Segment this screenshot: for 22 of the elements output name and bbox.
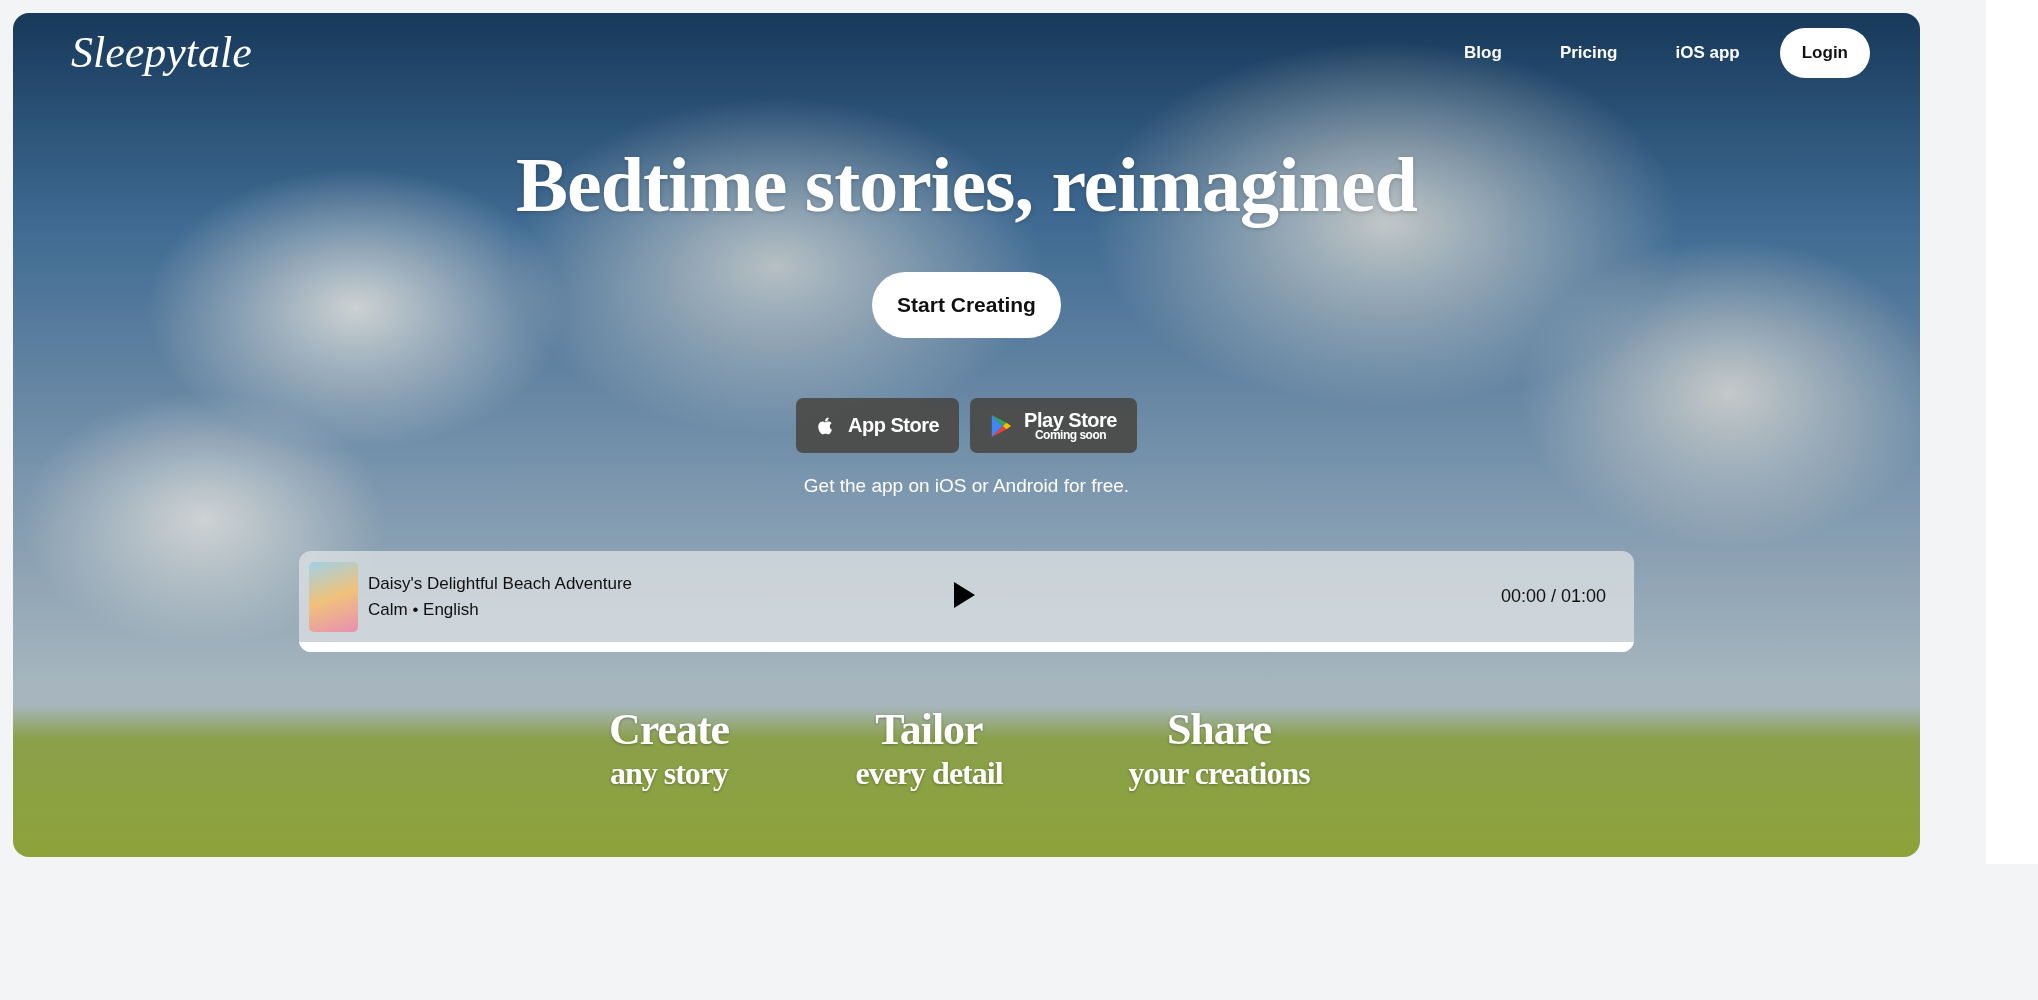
story-meta: Calm • English	[368, 599, 480, 620]
stores-caption: Get the app on iOS or Android for free.	[803, 475, 1130, 497]
feature-title: Create	[608, 704, 730, 755]
login-button[interactable]: Login	[1779, 27, 1870, 78]
nav-link[interactable]: iOS app	[1657, 34, 1758, 71]
play-triangle-icon	[990, 413, 1013, 438]
feature-title: Share	[1166, 704, 1272, 755]
feature-title: Tailor	[875, 704, 983, 755]
hero-title: Bedtime stories, reimagined	[516, 140, 1417, 230]
feature-subtitle: your creations	[1128, 755, 1310, 792]
feature-subtitle: any story	[609, 755, 729, 792]
feature-subtitle: every detail	[855, 755, 1003, 792]
store-button[interactable]: App Store	[796, 398, 960, 453]
playback-time: 00:00 / 01:00	[1500, 586, 1606, 607]
play-icon[interactable]	[952, 581, 976, 609]
nav-link[interactable]: Pricing	[1541, 34, 1636, 71]
store-button[interactable]: Play Store Coming soon	[970, 398, 1137, 453]
start-creating-button[interactable]: Start Creating	[872, 272, 1061, 338]
story-cover-placeholder	[309, 561, 358, 632]
nav-link[interactable]: Blog	[1446, 34, 1520, 71]
logo[interactable]: Sleepytale	[71, 27, 252, 78]
story-title: Daisy's Delightful Beach Adventure	[368, 573, 633, 594]
